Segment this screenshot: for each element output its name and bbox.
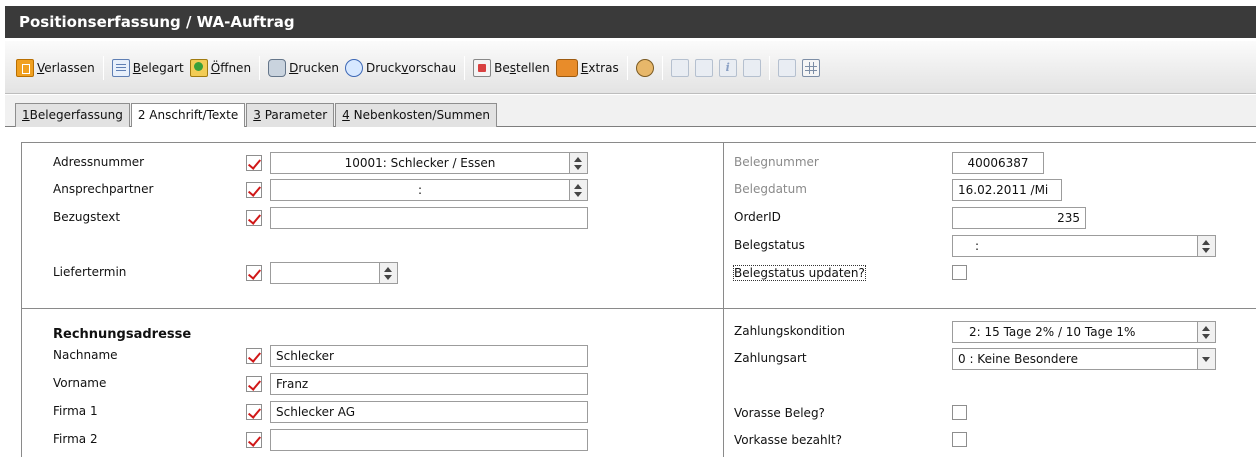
vorkasse-bezahlt-label: Vorkasse bezahlt?: [734, 433, 843, 447]
firma2-field[interactable]: [270, 429, 588, 451]
form-frame: Adressnummer 10001: Schlecker / Essen An…: [21, 142, 1256, 457]
save-button[interactable]: [740, 56, 764, 80]
belegstatus-label: Belegstatus: [734, 238, 805, 252]
belegnummer-field: 40006387: [952, 152, 1044, 174]
orderid-label: OrderID: [734, 210, 781, 224]
firma1-check-icon[interactable]: [246, 404, 262, 420]
zahlungskondition-field[interactable]: 2: 15 Tage 2% / 10 Tage 1%: [952, 321, 1198, 343]
orderid-field[interactable]: 235: [952, 207, 1086, 229]
list-button[interactable]: [668, 56, 692, 80]
toolbar-separator: [768, 56, 770, 80]
firma1-field[interactable]: Schlecker AG: [270, 401, 588, 423]
ansprechpartner-spinner[interactable]: [570, 179, 588, 201]
liefertermin-check-icon[interactable]: [246, 265, 262, 281]
nachname-check-icon[interactable]: [246, 348, 262, 364]
toolbar-separator: [661, 56, 663, 80]
belegstatus-updaten-checkbox[interactable]: [952, 265, 967, 280]
vorname-check-icon[interactable]: [246, 376, 262, 392]
zahlungsart-label: Zahlungsart: [734, 351, 807, 365]
toolbar-separator: [259, 56, 261, 80]
liefertermin-field[interactable]: [270, 262, 380, 284]
exit-icon: [16, 59, 34, 77]
extras-icon: [555, 59, 578, 77]
bezugstext-field[interactable]: [270, 207, 588, 229]
table-button[interactable]: [799, 56, 823, 80]
rechnungsadresse-heading: Rechnungsadresse: [53, 327, 192, 342]
nachname-field[interactable]: Schlecker: [270, 345, 588, 367]
list-icon: [670, 59, 689, 77]
nachname-label: Nachname: [53, 348, 118, 362]
note-button[interactable]: [775, 56, 799, 80]
belegstatus-updaten-label: Belegstatus updaten?: [733, 265, 866, 281]
firma2-check-icon[interactable]: [246, 432, 262, 448]
toolbar-separator: [464, 56, 466, 80]
belegdatum-field: 16.02.2011 /Mi: [952, 179, 1062, 201]
users-button[interactable]: [633, 56, 657, 80]
adressnummer-label: Adressnummer: [53, 155, 145, 169]
adressnummer-spinner[interactable]: [570, 152, 588, 174]
belegstatus-spinner[interactable]: [1198, 235, 1216, 257]
tab-parameter[interactable]: 3 Parameter: [246, 103, 335, 127]
column-divider: [723, 143, 724, 457]
bestellen-button[interactable]: Bestellen: [470, 56, 553, 80]
tab-belegerfassung[interactable]: 1Belegerfassung: [15, 103, 130, 127]
liefertermin-spinner[interactable]: [380, 262, 398, 284]
bezugstext-label: Bezugstext: [53, 210, 121, 224]
belegnummer-label: Belegnummer: [734, 155, 819, 169]
order-icon: [473, 59, 492, 77]
liefertermin-label: Liefertermin: [53, 265, 127, 279]
vorname-label: Vorname: [53, 376, 107, 390]
table-grid-icon: [801, 59, 820, 77]
toolbar-separator: [102, 56, 104, 80]
open-folder-icon: [189, 59, 208, 77]
form-content: Adressnummer 10001: Schlecker / Essen An…: [5, 127, 1256, 457]
window-title: Positionserfassung / WA-Auftrag: [5, 6, 1256, 38]
document-type-icon: [111, 59, 130, 77]
bezugstext-check-icon[interactable]: [246, 210, 262, 226]
toolbar-separator: [626, 56, 628, 80]
oeffnen-button[interactable]: Öffnen: [187, 56, 254, 80]
belegdatum-label: Belegdatum: [734, 182, 807, 196]
zahlungskondition-spinner[interactable]: [1198, 321, 1216, 343]
vorname-field[interactable]: Franz: [270, 373, 588, 395]
extras-button[interactable]: Extras: [553, 56, 622, 80]
adressnummer-check-icon[interactable]: [246, 155, 262, 171]
vorkasse-bezahlt-checkbox[interactable]: [952, 432, 967, 447]
vorasse-beleg-checkbox[interactable]: [952, 405, 967, 420]
edit-button[interactable]: [692, 56, 716, 80]
ansprechpartner-label: Ansprechpartner: [53, 182, 154, 196]
printer-icon: [268, 59, 287, 77]
print-preview-icon: [344, 59, 363, 77]
users-icon: [635, 59, 654, 77]
tab-anschrift-texte[interactable]: 2 Anschrift/Texte: [130, 103, 246, 128]
save-icon: [742, 59, 761, 77]
firma1-label: Firma 1: [53, 404, 98, 418]
druckvorschau-button[interactable]: Druckvorschau: [342, 56, 459, 80]
tab-nebenkosten-summen[interactable]: 4 Nebenkosten/Summen: [335, 103, 498, 127]
zahlungsart-dropdown-icon[interactable]: [1198, 348, 1216, 370]
zahlungsart-select[interactable]: 0 : Keine Besondere: [952, 348, 1198, 370]
vorasse-beleg-label: Vorasse Beleg?: [734, 406, 825, 420]
ansprechpartner-field[interactable]: :: [270, 179, 570, 201]
toolbar: Verlassen Belegart Öffnen Drucken Druckv…: [5, 41, 1256, 94]
zahlungskondition-label: Zahlungskondition: [734, 324, 845, 338]
belegart-button[interactable]: Belegart: [109, 56, 187, 80]
info-icon: i: [718, 59, 737, 77]
adressnummer-field[interactable]: 10001: Schlecker / Essen: [270, 152, 570, 174]
note-icon: [777, 59, 796, 77]
firma2-label: Firma 2: [53, 432, 98, 446]
section-divider: [22, 308, 1256, 309]
info-button[interactable]: i: [716, 56, 740, 80]
drucken-button[interactable]: Drucken: [265, 56, 342, 80]
tab-strip: 1Belegerfassung 2 Anschrift/Texte 3 Para…: [5, 95, 1256, 128]
ansprechpartner-check-icon[interactable]: [246, 182, 262, 198]
verlassen-button[interactable]: Verlassen: [13, 56, 98, 80]
edit-document-icon: [694, 59, 713, 77]
belegstatus-field[interactable]: :: [952, 235, 1198, 257]
